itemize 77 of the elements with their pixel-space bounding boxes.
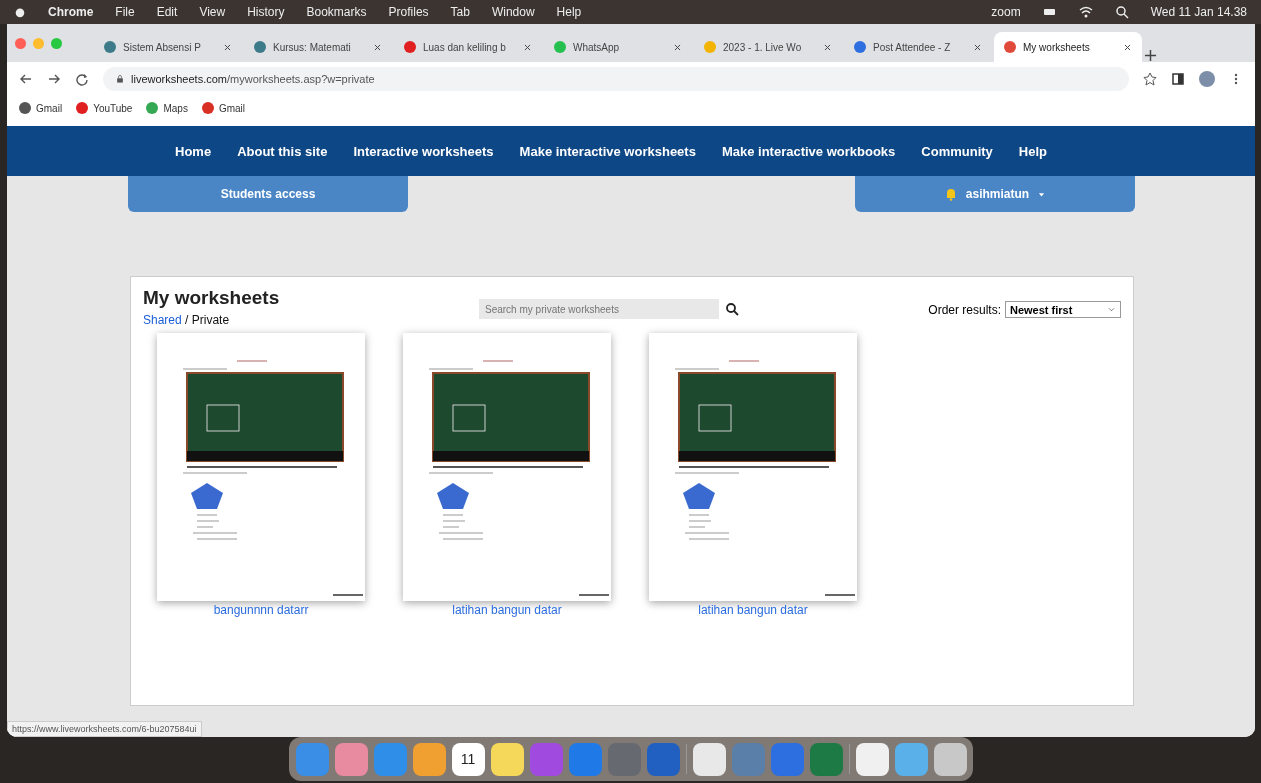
browser-tab[interactable]: My worksheets — [994, 32, 1142, 62]
menu-item[interactable]: File — [115, 5, 135, 19]
close-icon — [1123, 42, 1132, 52]
close-icon — [973, 42, 982, 52]
nav-link[interactable]: Interactive worksheets — [353, 143, 494, 159]
order-select[interactable]: Newest first — [1005, 301, 1121, 318]
nav-link[interactable]: Make interactive worksheets — [519, 143, 696, 159]
nav-link[interactable]: Community — [921, 143, 993, 159]
lock-icon — [115, 74, 125, 84]
url-text: liveworksheets.com/myworksheets.asp?w=private — [131, 73, 375, 85]
app-icon[interactable] — [334, 742, 368, 776]
avatar-icon — [1199, 71, 1215, 87]
browser-tab[interactable]: Sistem Absensi P — [94, 32, 242, 62]
breadcrumb-text: / Private — [184, 313, 230, 327]
search-icon — [725, 302, 739, 316]
menu-item[interactable]: Window — [491, 5, 535, 19]
worksheet-title-link[interactable]: bangunnnn datarr — [213, 603, 309, 617]
menu-item[interactable]: History — [247, 5, 285, 19]
back-arrow-icon — [19, 72, 33, 86]
panel-title: My worksheets — [143, 287, 281, 309]
app-icon[interactable]: 11 — [451, 742, 485, 776]
plus-icon — [1144, 49, 1157, 62]
status-url: https://www.liveworksheets.com/6-bu207584ui — [7, 721, 202, 737]
reload-icon — [75, 72, 89, 86]
close-icon — [223, 42, 232, 52]
worksheet-thumbnail-drawing[interactable] — [649, 333, 857, 601]
bookmark-link[interactable]: Gmail — [218, 102, 245, 114]
address-bar[interactable]: liveworksheets.com/myworksheets.asp?w=private — [103, 67, 1129, 91]
close-window-button[interactable] — [15, 37, 26, 49]
app-icon[interactable] — [692, 742, 726, 776]
close-icon — [373, 42, 382, 52]
browser-tab[interactable]: Kursus: Matemati — [244, 32, 392, 62]
user-menu-button[interactable]: asihmiatun — [855, 176, 1135, 212]
menu-item[interactable]: Tab — [450, 5, 470, 19]
side-panel-icon — [1171, 72, 1185, 86]
nav-link[interactable]: Help — [1018, 143, 1047, 159]
app-icon[interactable] — [412, 742, 446, 776]
app-icon[interactable] — [490, 742, 524, 776]
menu-item[interactable]: Profiles — [388, 5, 429, 19]
zoom-window-button[interactable] — [51, 37, 62, 49]
forward-arrow-icon — [47, 72, 61, 86]
close-icon — [673, 42, 682, 52]
browser-tab[interactable]: Post Attendee - Z — [844, 32, 992, 62]
worksheet-thumbnail-drawing[interactable] — [157, 333, 365, 601]
search-icon — [1114, 5, 1129, 19]
menu-item[interactable]: Bookmarks — [306, 5, 367, 19]
menu-item[interactable]: View — [199, 5, 226, 19]
minimize-window-button[interactable] — [33, 37, 44, 49]
menu-item[interactable]: Edit — [156, 5, 178, 19]
worksheet-title-link[interactable]: latihan bangun datar — [698, 603, 808, 617]
chevron-down-icon — [1107, 305, 1116, 314]
star-icon — [1143, 72, 1157, 86]
app-icon[interactable] — [855, 742, 889, 776]
bookmark-link[interactable]: Maps — [163, 102, 188, 114]
worksheet-thumbnail-drawing[interactable] — [403, 333, 611, 601]
close-icon — [523, 42, 532, 52]
students-access-button[interactable]: Students access — [128, 176, 408, 212]
status-app-label[interactable]: zoom — [991, 5, 1021, 19]
close-icon — [823, 42, 832, 52]
browser-tab[interactable]: 2023 - 1. Live Wo — [694, 32, 842, 62]
app-icon[interactable] — [894, 742, 928, 776]
menu-item[interactable]: Chrome — [48, 5, 94, 19]
worksheet-title-link[interactable]: latihan bangun datar — [452, 603, 562, 617]
nav-link[interactable]: About this site — [237, 143, 328, 159]
nav-link[interactable]: Home — [175, 143, 212, 159]
app-icon[interactable] — [933, 742, 967, 776]
nav-link[interactable]: Make interactive workbooks — [721, 143, 896, 159]
bookmark-link[interactable]: Gmail — [36, 102, 63, 114]
search-field[interactable]: Search my private worksheets — [479, 299, 719, 319]
browser-tab[interactable]: Luas dan keliling b — [394, 32, 542, 62]
menu-item[interactable]: Help — [556, 5, 582, 19]
browser-tab[interactable]: WhatsApp — [544, 32, 692, 62]
clock: Wed 11 Jan 14.38 — [1150, 5, 1247, 19]
bookmark-link[interactable]: YouTube — [93, 102, 133, 114]
shared-link[interactable]: Shared — [143, 313, 182, 327]
order-label: Order results: — [928, 302, 1001, 317]
wifi-icon — [1078, 5, 1093, 19]
